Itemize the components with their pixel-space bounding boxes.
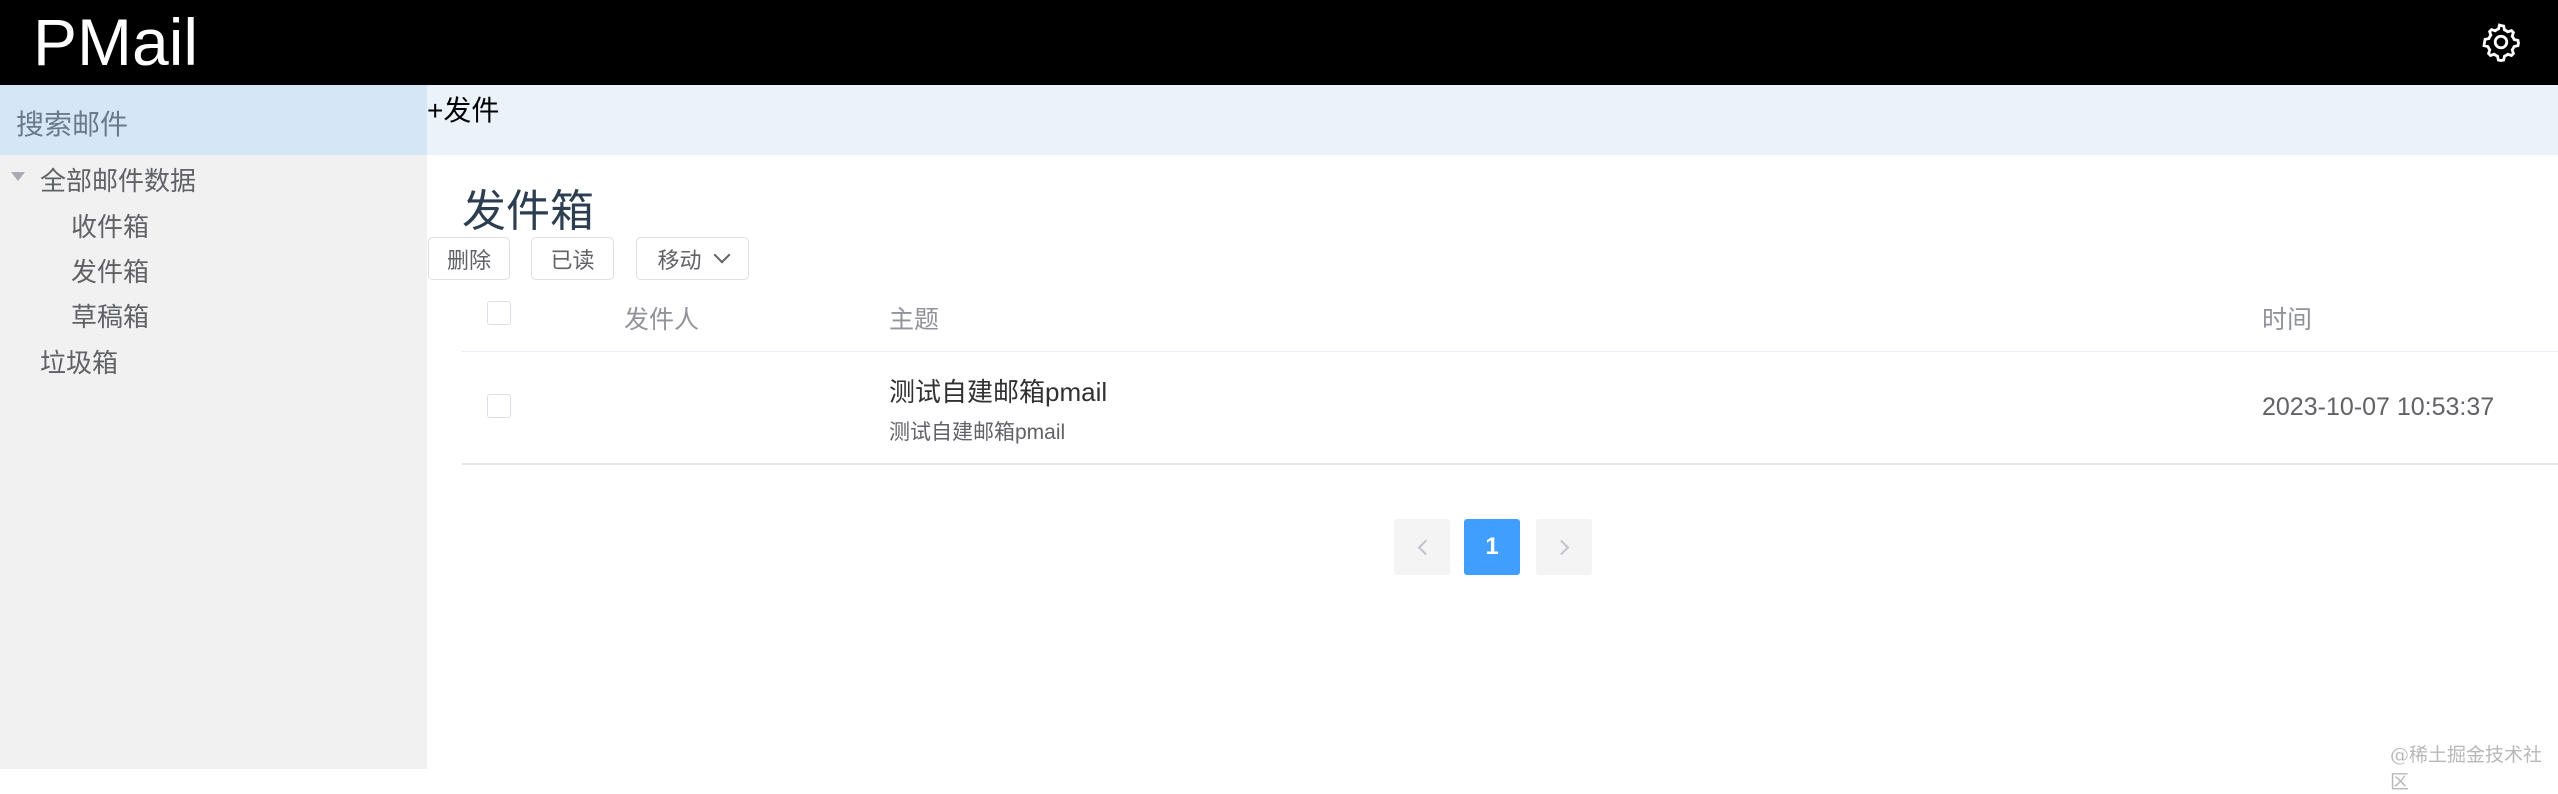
column-header-time: 时间	[2262, 306, 2313, 334]
compose-button[interactable]: +发件	[427, 89, 499, 129]
next-page-button[interactable]	[1536, 519, 1592, 575]
row-preview: 测试自建邮箱pmail	[889, 421, 1066, 444]
page-title: 发件箱	[462, 187, 594, 236]
row-divider	[462, 463, 2558, 465]
app-logo: PMail	[33, 5, 199, 79]
chevron-down-icon	[713, 246, 730, 263]
row-subject[interactable]: 测试自建邮箱pmail	[889, 372, 1107, 409]
chevron-left-icon	[1417, 539, 1433, 555]
move-dropdown-button[interactable]: 移动	[636, 237, 749, 280]
tree-item-all-mail[interactable]: 全部邮件数据	[40, 161, 196, 198]
tree-item-trash[interactable]: 垃圾箱	[40, 343, 118, 380]
caret-down-icon[interactable]	[11, 172, 25, 181]
page-number-button[interactable]: 1	[1464, 519, 1520, 575]
tree-item-inbox[interactable]: 收件箱	[71, 207, 149, 244]
row-checkbox[interactable]	[487, 394, 511, 418]
tree-item-drafts[interactable]: 草稿箱	[71, 297, 149, 334]
compose-bar: +发件	[427, 85, 2558, 155]
mark-read-button[interactable]: 已读	[531, 237, 614, 280]
select-all-checkbox[interactable]	[487, 301, 511, 325]
column-header-subject: 主题	[889, 306, 940, 334]
gear-icon[interactable]	[2480, 21, 2522, 63]
move-button-label: 移动	[657, 247, 702, 273]
mark-read-button-label: 已读	[550, 247, 595, 273]
header-divider	[462, 351, 2558, 352]
watermark: @稀土掘金技术社区	[2390, 744, 2543, 793]
main-panel: +发件	[427, 85, 2558, 769]
search-mail[interactable]: 搜索邮件	[0, 85, 427, 155]
tree-item-sent[interactable]: 发件箱	[71, 252, 149, 289]
chevron-right-icon	[1553, 539, 1569, 555]
search-label: 搜索邮件	[16, 109, 129, 140]
prev-page-button[interactable]	[1394, 519, 1450, 575]
column-header-sender: 发件人	[624, 306, 700, 334]
row-time: 2023-10-07 10:53:37	[2262, 393, 2495, 421]
delete-button[interactable]: 删除	[428, 237, 510, 280]
delete-button-label: 删除	[446, 247, 491, 273]
top-bar: PMail	[0, 0, 2558, 85]
